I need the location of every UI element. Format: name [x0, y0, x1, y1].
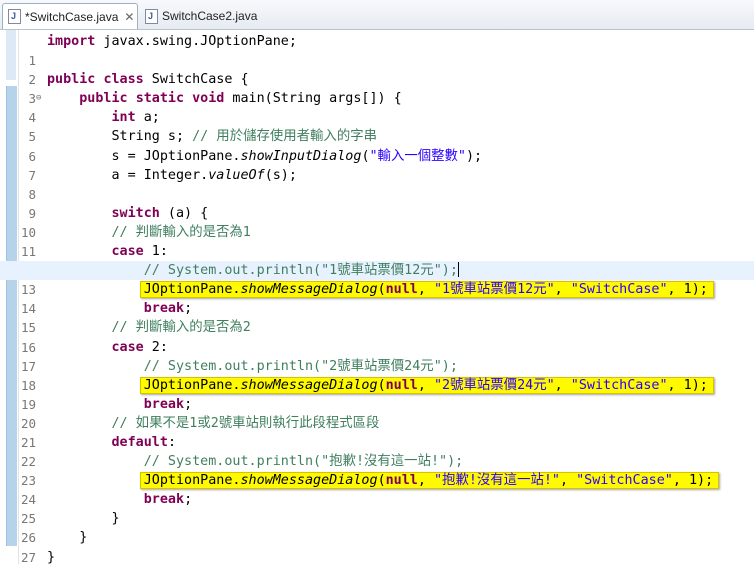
tab-label: SwitchCase2.java — [162, 9, 258, 23]
highlighted-code: JOptionPane.showMessageDialog(null, "1號車… — [139, 281, 714, 299]
code-line-21: 21 // 如果不是1或2號車站則執行此段程式區段 — [0, 414, 754, 450]
code-line-1: 1 import javax.swing.JOptionPane; — [0, 32, 754, 68]
line-text: break; — [143, 301, 193, 317]
line-text: // System.out.println("抱歉!沒有這一站!"); — [143, 454, 464, 470]
text-caret — [457, 262, 459, 278]
java-file-icon — [145, 8, 158, 24]
code-line-19: 19 JOptionPane.showMessageDialog(null, "… — [0, 376, 754, 412]
code-line-27: 27 } — [0, 528, 754, 564]
line-text: case 1: — [111, 244, 168, 260]
line-text: } — [47, 549, 56, 564]
line-text: break; — [143, 396, 193, 412]
code-line-13-current: 13 // System.out.println("1號車站票價12元"); — [0, 261, 754, 297]
line-text: default: — [111, 434, 177, 450]
highlighted-code: JOptionPane.showMessageDialog(null, "2號車… — [139, 376, 714, 394]
code-line-22: 22 default: — [0, 433, 754, 469]
code-line-4: 4 ⊖ public static void main(String args[… — [0, 89, 754, 125]
line-text: // 判斷輸入的是否為1 — [111, 224, 251, 240]
code-line-5: 5 int a; — [0, 108, 754, 144]
line-text: switch (a) { — [111, 205, 209, 221]
line-text: a = Integer.valueOf(s); — [111, 167, 297, 183]
line-text: case 2: — [111, 339, 168, 355]
code-line-8: 8 a = Integer.valueOf(s); — [0, 166, 754, 202]
code-line-24: 24 JOptionPane.showMessageDialog(null, "… — [0, 471, 754, 507]
code-line-20: 20 break; — [0, 395, 754, 431]
code-editor[interactable]: 1 import javax.swing.JOptionPane; 2 3 pu… — [0, 30, 754, 564]
line-text: } — [79, 530, 88, 546]
line-text: } — [111, 511, 120, 527]
fold-collapse-icon[interactable]: ⊖ — [36, 89, 41, 108]
code-line-11: 11 // 判斷輸入的是否為1 — [0, 223, 754, 259]
code-line-26: 26 } — [0, 509, 754, 545]
line-text: // 判斷輸入的是否為2 — [111, 320, 251, 336]
line-text: JOptionPane.showMessageDialog(null, "抱歉!… — [47, 471, 720, 490]
line-text: import javax.swing.JOptionPane; — [47, 34, 297, 49]
line-text: // System.out.println("1號車站票價12元"); — [143, 262, 459, 279]
code-line-3: 3 public class SwitchCase { — [0, 70, 754, 106]
code-line-6: 6 String s; // 用於儲存使用者輸入的字串 — [0, 127, 754, 163]
tab-switchcase-java[interactable]: *SwitchCase.java ✕ — [2, 3, 138, 29]
code-line-18: 18 // System.out.println("2號車站票價24元"); — [0, 357, 754, 393]
code-line-9: 9 — [0, 185, 754, 221]
code-lines: 1 import javax.swing.JOptionPane; 2 3 pu… — [0, 32, 754, 564]
code-line-28: 28 } — [0, 548, 754, 564]
line-text: public class SwitchCase { — [47, 72, 249, 88]
line-text: JOptionPane.showMessageDialog(null, "2號車… — [47, 376, 714, 395]
code-line-12: 12 case 1: — [0, 242, 754, 278]
line-text: JOptionPane.showMessageDialog(null, "1號車… — [47, 280, 714, 299]
editor-tab-bar: *SwitchCase.java ✕ SwitchCase2.java — [0, 0, 754, 30]
line-text: // 如果不是1或2號車站則執行此段程式區段 — [111, 415, 380, 431]
code-line-16: 16 // 判斷輸入的是否為2 — [0, 318, 754, 354]
line-text: String s; // 用於儲存使用者輸入的字串 — [111, 129, 378, 145]
close-icon[interactable]: ✕ — [124, 10, 134, 24]
line-text: s = JOptionPane.showInputDialog("輸入一個整數"… — [111, 148, 483, 164]
code-line-15: 15 break; — [0, 299, 754, 335]
code-line-10: 10 switch (a) { — [0, 204, 754, 240]
eclipse-editor-window: *SwitchCase.java ✕ SwitchCase2.java 1 im… — [0, 0, 754, 564]
code-line-14: 14 JOptionPane.showMessageDialog(null, "… — [0, 280, 754, 316]
tab-switchcase2-java[interactable]: SwitchCase2.java — [140, 3, 268, 29]
line-text: break; — [143, 492, 193, 508]
code-line-17: 17 case 2: — [0, 338, 754, 374]
java-file-icon — [8, 9, 21, 24]
line-text: public static void main(String args[]) { — [79, 91, 402, 107]
code-line-25: 25 break; — [0, 490, 754, 526]
tab-label: *SwitchCase.java — [25, 9, 119, 24]
line-text: int a; — [111, 110, 160, 126]
highlighted-code: JOptionPane.showMessageDialog(null, "抱歉!… — [139, 472, 720, 490]
code-line-7: 7 s = JOptionPane.showInputDialog("輸入一個整… — [0, 147, 754, 183]
code-line-23: 23 // System.out.println("抱歉!沒有這一站!"); — [0, 452, 754, 488]
line-text: // System.out.println("2號車站票價24元"); — [143, 358, 458, 374]
code-line-2: 2 — [0, 51, 754, 87]
